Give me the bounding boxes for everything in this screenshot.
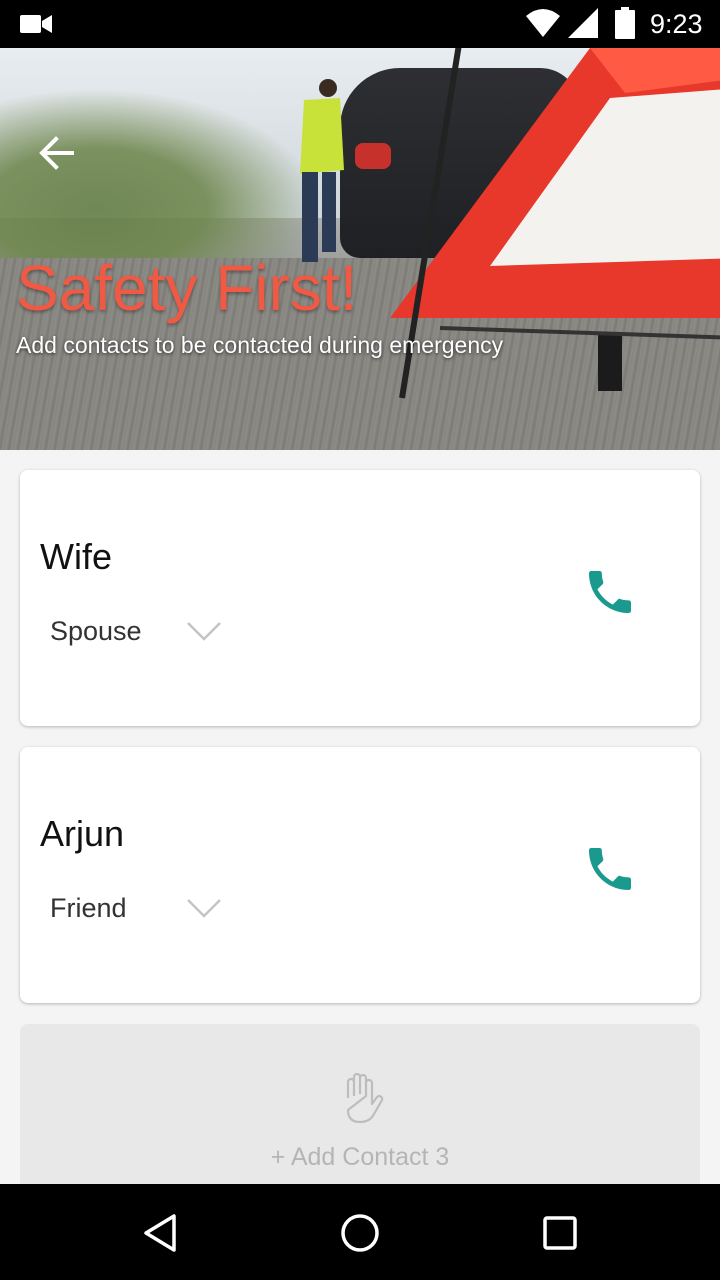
home-circle-icon[interactable] bbox=[339, 1212, 381, 1254]
hero-header: Safety First! Add contacts to be contact… bbox=[0, 48, 720, 450]
relation-value: Spouse bbox=[50, 616, 142, 646]
page-subtitle: Add contacts to be contacted during emer… bbox=[16, 332, 504, 358]
back-arrow-icon[interactable] bbox=[34, 133, 78, 173]
hand-icon bbox=[346, 1072, 384, 1124]
contact-card: Arjun Friend bbox=[20, 747, 700, 1003]
system-nav-bar bbox=[0, 1184, 720, 1280]
add-contact-card[interactable]: + Add Contact 3 bbox=[20, 1024, 700, 1194]
phone-icon[interactable] bbox=[582, 841, 638, 897]
warning-triangle bbox=[390, 48, 720, 399]
phone-icon[interactable] bbox=[582, 564, 638, 620]
contact-name: Arjun bbox=[40, 813, 125, 854]
page-title: Safety First! bbox=[16, 252, 358, 324]
add-contact-label[interactable]: + Add Contact 3 bbox=[20, 1142, 700, 1172]
contacts-list: Wife Spouse Arjun Friend + Add Contact 3 bbox=[10, 460, 710, 1194]
recents-square-icon[interactable] bbox=[539, 1212, 581, 1254]
signal-icon bbox=[568, 8, 598, 38]
battery-icon bbox=[615, 7, 635, 39]
contact-card: Wife Spouse bbox=[20, 470, 700, 726]
hero-person bbox=[300, 79, 344, 262]
chevron-down-icon bbox=[187, 622, 221, 641]
relation-dropdown[interactable]: Spouse bbox=[50, 614, 221, 648]
relation-value: Friend bbox=[50, 893, 127, 923]
status-time: 9:23 bbox=[650, 9, 703, 39]
relation-dropdown[interactable]: Friend bbox=[50, 891, 221, 925]
chevron-down-icon bbox=[187, 899, 221, 918]
contact-name: Wife bbox=[40, 536, 112, 577]
status-bar: 9:23 bbox=[0, 0, 720, 48]
video-icon bbox=[20, 15, 52, 33]
back-triangle-icon[interactable] bbox=[140, 1212, 182, 1254]
wifi-icon bbox=[526, 9, 560, 37]
